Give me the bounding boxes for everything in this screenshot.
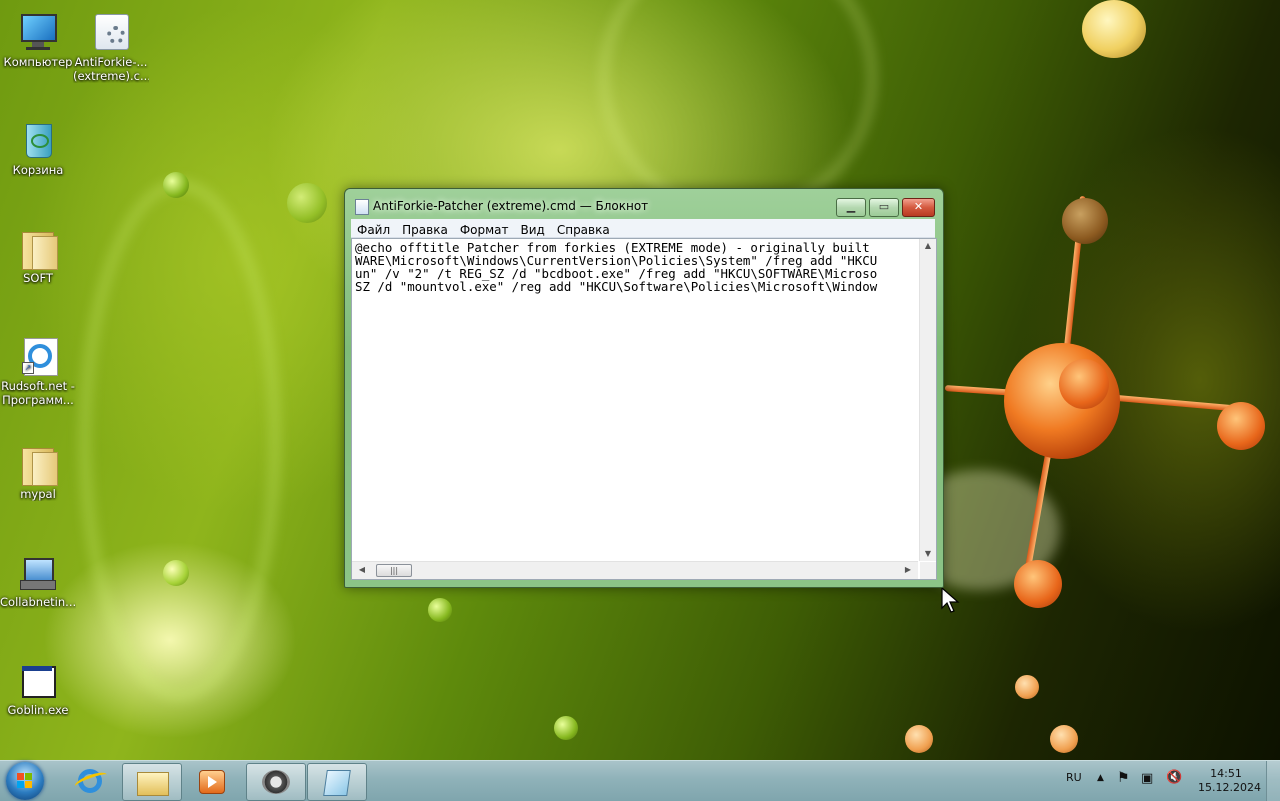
molecule-atom — [428, 598, 452, 622]
volume-muted-icon[interactable]: 🔇 — [1166, 770, 1182, 785]
molecule-atom — [1015, 675, 1039, 699]
desktop-icon-computer[interactable]: Компьютер — [0, 12, 76, 69]
windows-logo-icon — [25, 773, 32, 780]
molecule-atom — [1014, 560, 1062, 608]
desktop-icon-antiforkie-cmd[interactable]: AntiForkie-... (extreme).c... — [73, 12, 149, 83]
internet-explorer-shortcut-icon: ↗ — [18, 336, 58, 376]
document-text[interactable]: @echo offtitle Patcher from forkies (EXT… — [355, 241, 917, 559]
desktop-icon-label: AntiForkie-... — [74, 55, 148, 69]
notepad-window[interactable]: AntiForkie-Patcher (extreme).cmd — Блокн… — [344, 188, 944, 588]
wallpaper-streak — [80, 180, 280, 700]
mouse-cursor-icon — [941, 586, 960, 613]
maximize-button[interactable]: ▭ — [869, 198, 899, 217]
network-installer-icon — [18, 552, 58, 592]
taskbar-explorer[interactable] — [122, 763, 182, 801]
taskbar-internet-explorer[interactable] — [62, 763, 120, 799]
taskbar-goblin[interactable] — [246, 763, 306, 801]
application-icon — [18, 660, 58, 700]
desktop-icon-rudsoft-shortcut[interactable]: ↗ Rudsoft.net - Программ... — [0, 336, 76, 407]
molecule-atom — [1217, 402, 1265, 450]
menu-view[interactable]: Вид — [515, 221, 551, 239]
clock[interactable]: 14:51 15.12.2024 — [1198, 767, 1261, 795]
windows-logo-icon — [25, 781, 32, 788]
taskbar-media-player[interactable] — [183, 763, 241, 799]
maximize-icon: ▭ — [878, 200, 890, 213]
desktop-icon-goblin[interactable]: Goblin.exe — [0, 660, 76, 717]
molecule-atom — [905, 725, 933, 753]
molecule-atom — [1062, 198, 1108, 244]
scroll-down-arrow-icon[interactable]: ▼ — [920, 547, 936, 561]
folder-icon — [18, 228, 58, 270]
text-editor-area[interactable]: @echo offtitle Patcher from forkies (EXT… — [351, 238, 937, 580]
raccoon-app-icon — [262, 770, 290, 794]
notepad-icon — [355, 199, 369, 215]
media-player-icon — [199, 770, 225, 794]
desktop-icon-collabnet[interactable]: Collabnetin... — [0, 552, 76, 609]
molecule-atom — [163, 560, 189, 586]
menu-help[interactable]: Справка — [551, 221, 616, 239]
scroll-left-arrow-icon[interactable]: ◀ — [354, 563, 370, 577]
molecule-atom — [554, 716, 578, 740]
menu-edit[interactable]: Правка — [396, 221, 454, 239]
notepad-icon — [323, 770, 351, 796]
folder-library-icon — [137, 772, 169, 796]
clock-time: 14:51 — [1210, 767, 1242, 780]
scroll-right-arrow-icon[interactable]: ▶ — [900, 563, 916, 577]
text-line: SZ /d "mountvol.exe" /reg add "HKCU\Soft… — [355, 279, 878, 294]
molecule-atom — [1082, 0, 1146, 58]
vertical-scrollbar[interactable]: ▲ ▼ — [919, 239, 936, 561]
minimize-button[interactable]: ▁ — [836, 198, 866, 217]
horizontal-scrollbar[interactable]: ◀ ||| ▶ — [352, 561, 918, 579]
desktop-icon-label: Collabnetin... — [0, 595, 76, 609]
network-icon[interactable]: ▣ — [1141, 771, 1153, 786]
close-button[interactable]: ✕ — [902, 198, 935, 217]
molecule-atom — [1059, 359, 1109, 409]
desktop-icon-label: Goblin.exe — [7, 703, 69, 717]
desktop-icon-mypal-folder[interactable]: mypal — [0, 444, 76, 501]
taskbar-notepad[interactable] — [307, 763, 367, 801]
clock-date: 15.12.2024 — [1198, 781, 1261, 794]
desktop-icon-soft-folder[interactable]: SOFT — [0, 228, 76, 285]
action-center-flag-icon[interactable]: ⚑ — [1117, 770, 1130, 786]
start-button[interactable] — [6, 762, 44, 800]
menu-bar: Файл Правка Формат Вид Справка — [351, 219, 935, 238]
computer-icon — [18, 12, 58, 52]
desktop-icon-label: Корзина — [12, 163, 64, 177]
desktop-icon-label: Компьютер — [3, 55, 73, 69]
language-indicator[interactable]: RU — [1066, 771, 1082, 784]
show-desktop-button[interactable] — [1266, 761, 1280, 801]
menu-file[interactable]: Файл — [351, 221, 396, 239]
scroll-up-arrow-icon[interactable]: ▲ — [920, 239, 936, 253]
close-icon: ✕ — [913, 200, 924, 213]
show-hidden-icons-icon[interactable]: ▲ — [1097, 773, 1104, 783]
folder-icon — [18, 444, 58, 486]
windows-logo-icon — [17, 773, 24, 780]
window-title: AntiForkie-Patcher (extreme).cmd — Блокн… — [373, 199, 649, 213]
molecule-atom — [163, 172, 189, 198]
molecule-atom — [1050, 725, 1078, 753]
desktop-icon-label: Программ... — [2, 393, 74, 407]
windows-logo-icon — [17, 781, 24, 788]
size-grip[interactable] — [920, 562, 936, 579]
desktop-icon-label: (extreme).c... — [73, 69, 149, 83]
molecule-atom — [287, 183, 327, 223]
taskbar: RU ▲ ⚑ ▣ 🔇 14:51 15.12.2024 — [0, 760, 1280, 801]
recycle-bin-icon — [18, 120, 58, 160]
horizontal-scroll-thumb[interactable]: ||| — [376, 564, 412, 577]
desktop-icon-recycle-bin[interactable]: Корзина — [0, 120, 76, 177]
cmd-file-icon — [91, 12, 131, 52]
desktop-icon-label: mypal — [20, 487, 56, 501]
wallpaper-streak — [600, 0, 876, 216]
molecule-atom — [1004, 343, 1120, 459]
desktop-icon-label: SOFT — [23, 271, 53, 285]
desktop-icon-label: Rudsoft.net - — [1, 379, 75, 393]
minimize-icon: ▁ — [846, 200, 856, 213]
menu-format[interactable]: Формат — [454, 221, 515, 239]
